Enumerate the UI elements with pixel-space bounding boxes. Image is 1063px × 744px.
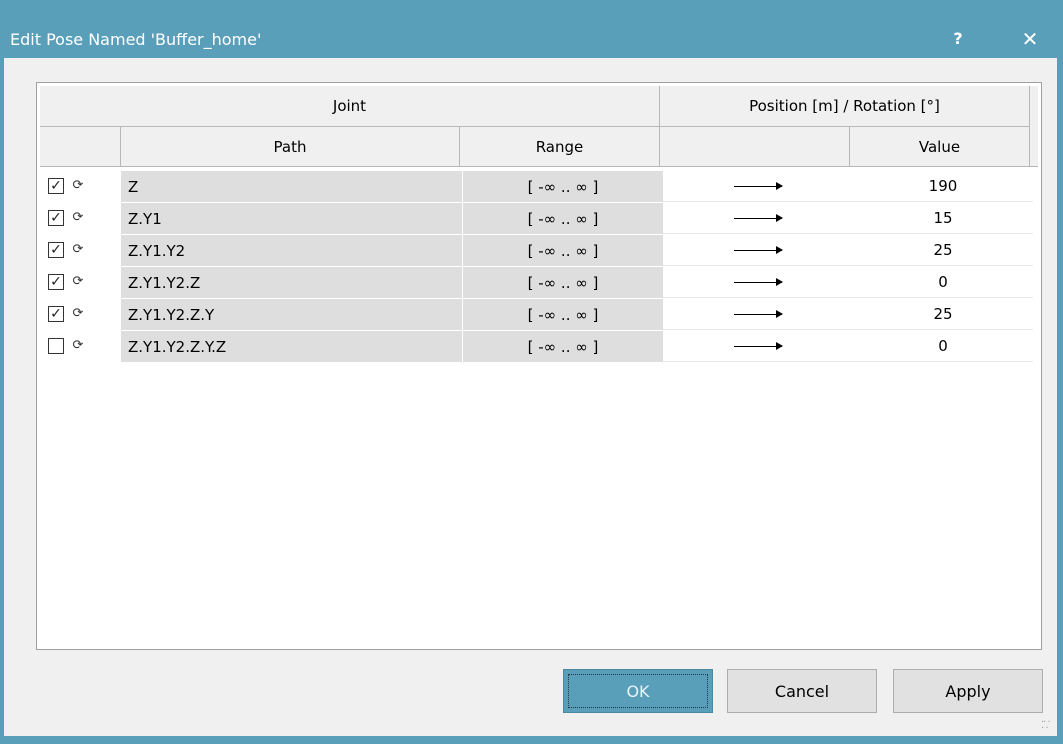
value-cell[interactable]: 190 bbox=[853, 171, 1033, 202]
rotation-joint-icon: ⟳ bbox=[72, 306, 84, 321]
range-cell[interactable]: [ -∞ .. ∞ ] bbox=[463, 203, 663, 234]
table-row[interactable]: ⟳ Z.Y1.Y2.Z.Y.Z[ -∞ .. ∞ ] 0 bbox=[40, 331, 1033, 363]
row-checkbox[interactable] bbox=[48, 338, 64, 354]
arrow-cell bbox=[663, 203, 853, 234]
apply-button[interactable]: Apply bbox=[893, 669, 1043, 713]
value-cell[interactable]: 0 bbox=[853, 267, 1033, 298]
range-column-header[interactable]: Range bbox=[460, 127, 660, 167]
arrow-cell bbox=[663, 171, 853, 202]
close-button[interactable]: ✕ bbox=[1018, 27, 1042, 51]
rotation-joint-icon: ⟳ bbox=[72, 210, 84, 225]
arrow-cell bbox=[663, 331, 853, 362]
range-cell[interactable]: [ -∞ .. ∞ ] bbox=[463, 299, 663, 330]
row-select-cell: ✓ ⟳ bbox=[40, 267, 120, 298]
range-cell[interactable]: [ -∞ .. ∞ ] bbox=[463, 267, 663, 298]
path-cell[interactable]: Z.Y1.Y2.Z bbox=[121, 267, 462, 298]
path-cell[interactable]: Z.Y1.Y2.Z.Y.Z bbox=[121, 331, 462, 362]
table-row[interactable]: ✓ ⟳ Z.Y1[ -∞ .. ∞ ] 15 bbox=[40, 203, 1033, 235]
row-checkbox[interactable]: ✓ bbox=[48, 242, 64, 258]
row-select-cell: ✓ ⟳ bbox=[40, 299, 120, 330]
rotation-joint-icon: ⟳ bbox=[72, 338, 84, 353]
table-row[interactable]: ✓ ⟳ Z.Y1.Y2[ -∞ .. ∞ ] 25 bbox=[40, 235, 1033, 267]
path-column-header[interactable]: Path bbox=[121, 127, 460, 167]
apply-button-label: Apply bbox=[945, 681, 991, 701]
title-bar[interactable]: Edit Pose Named 'Buffer_home' ? ✕ bbox=[0, 0, 1063, 66]
range-cell[interactable]: [ -∞ .. ∞ ] bbox=[463, 171, 663, 202]
row-select-cell: ✓ ⟳ bbox=[40, 171, 120, 202]
value-cell[interactable]: 25 bbox=[853, 299, 1033, 330]
focus-rectangle bbox=[568, 674, 708, 708]
value-cell[interactable]: 15 bbox=[853, 203, 1033, 234]
row-select-cell: ⟳ bbox=[40, 331, 120, 362]
close-icon: ✕ bbox=[1021, 27, 1039, 51]
range-cell[interactable]: [ -∞ .. ∞ ] bbox=[463, 235, 663, 266]
arrow-right-icon bbox=[734, 277, 783, 286]
row-select-cell: ✓ ⟳ bbox=[40, 203, 120, 234]
row-checkbox[interactable]: ✓ bbox=[48, 178, 64, 194]
joint-group-header: Joint bbox=[40, 86, 660, 127]
row-checkbox[interactable]: ✓ bbox=[48, 210, 64, 226]
range-cell[interactable]: [ -∞ .. ∞ ] bbox=[463, 331, 663, 362]
path-cell[interactable]: Z bbox=[121, 171, 462, 202]
path-cell[interactable]: Z.Y1 bbox=[121, 203, 462, 234]
row-checkbox[interactable]: ✓ bbox=[48, 274, 64, 290]
header-filler bbox=[1030, 86, 1038, 167]
rotation-joint-icon: ⟳ bbox=[72, 242, 84, 257]
value-column-header[interactable]: Value bbox=[850, 127, 1030, 167]
arrow-right-icon bbox=[734, 245, 783, 254]
row-checkbox[interactable]: ✓ bbox=[48, 306, 64, 322]
value-cell[interactable]: 25 bbox=[853, 235, 1033, 266]
arrow-cell bbox=[663, 299, 853, 330]
path-cell[interactable]: Z.Y1.Y2 bbox=[121, 235, 462, 266]
select-column-header[interactable] bbox=[40, 127, 121, 167]
rotation-joint-icon: ⟳ bbox=[72, 178, 84, 193]
arrow-cell bbox=[663, 235, 853, 266]
cancel-button-label: Cancel bbox=[774, 681, 830, 701]
table-row[interactable]: ✓ ⟳ Z[ -∞ .. ∞ ] 190 bbox=[40, 171, 1033, 203]
cancel-button[interactable]: Cancel bbox=[727, 669, 877, 713]
arrow-right-icon bbox=[734, 181, 783, 190]
dialog-content: Joint Position [m] / Rotation [°] Path R… bbox=[4, 58, 1057, 736]
dialog-title: Edit Pose Named 'Buffer_home' bbox=[10, 30, 262, 49]
path-cell[interactable]: Z.Y1.Y2.Z.Y bbox=[121, 299, 462, 330]
joint-table: Joint Position [m] / Rotation [°] Path R… bbox=[36, 82, 1042, 650]
arrow-cell bbox=[663, 267, 853, 298]
table-row[interactable]: ✓ ⟳ Z.Y1.Y2.Z[ -∞ .. ∞ ] 0 bbox=[40, 267, 1033, 299]
rotation-joint-icon: ⟳ bbox=[72, 274, 84, 289]
arrow-column-header[interactable] bbox=[660, 127, 850, 167]
arrow-right-icon bbox=[734, 213, 783, 222]
value-cell[interactable]: 0 bbox=[853, 331, 1033, 362]
ok-button[interactable]: OK bbox=[563, 669, 713, 713]
arrow-right-icon bbox=[734, 341, 783, 350]
resize-grip-icon[interactable]: ·· · · · bbox=[1041, 718, 1053, 734]
position-rotation-group-header: Position [m] / Rotation [°] bbox=[660, 86, 1030, 127]
edit-pose-dialog: Edit Pose Named 'Buffer_home' ? ✕ Joint … bbox=[0, 0, 1063, 744]
help-button[interactable]: ? bbox=[948, 28, 968, 50]
row-select-cell: ✓ ⟳ bbox=[40, 235, 120, 266]
arrow-right-icon bbox=[734, 309, 783, 318]
table-row[interactable]: ✓ ⟳ Z.Y1.Y2.Z.Y[ -∞ .. ∞ ] 25 bbox=[40, 299, 1033, 331]
